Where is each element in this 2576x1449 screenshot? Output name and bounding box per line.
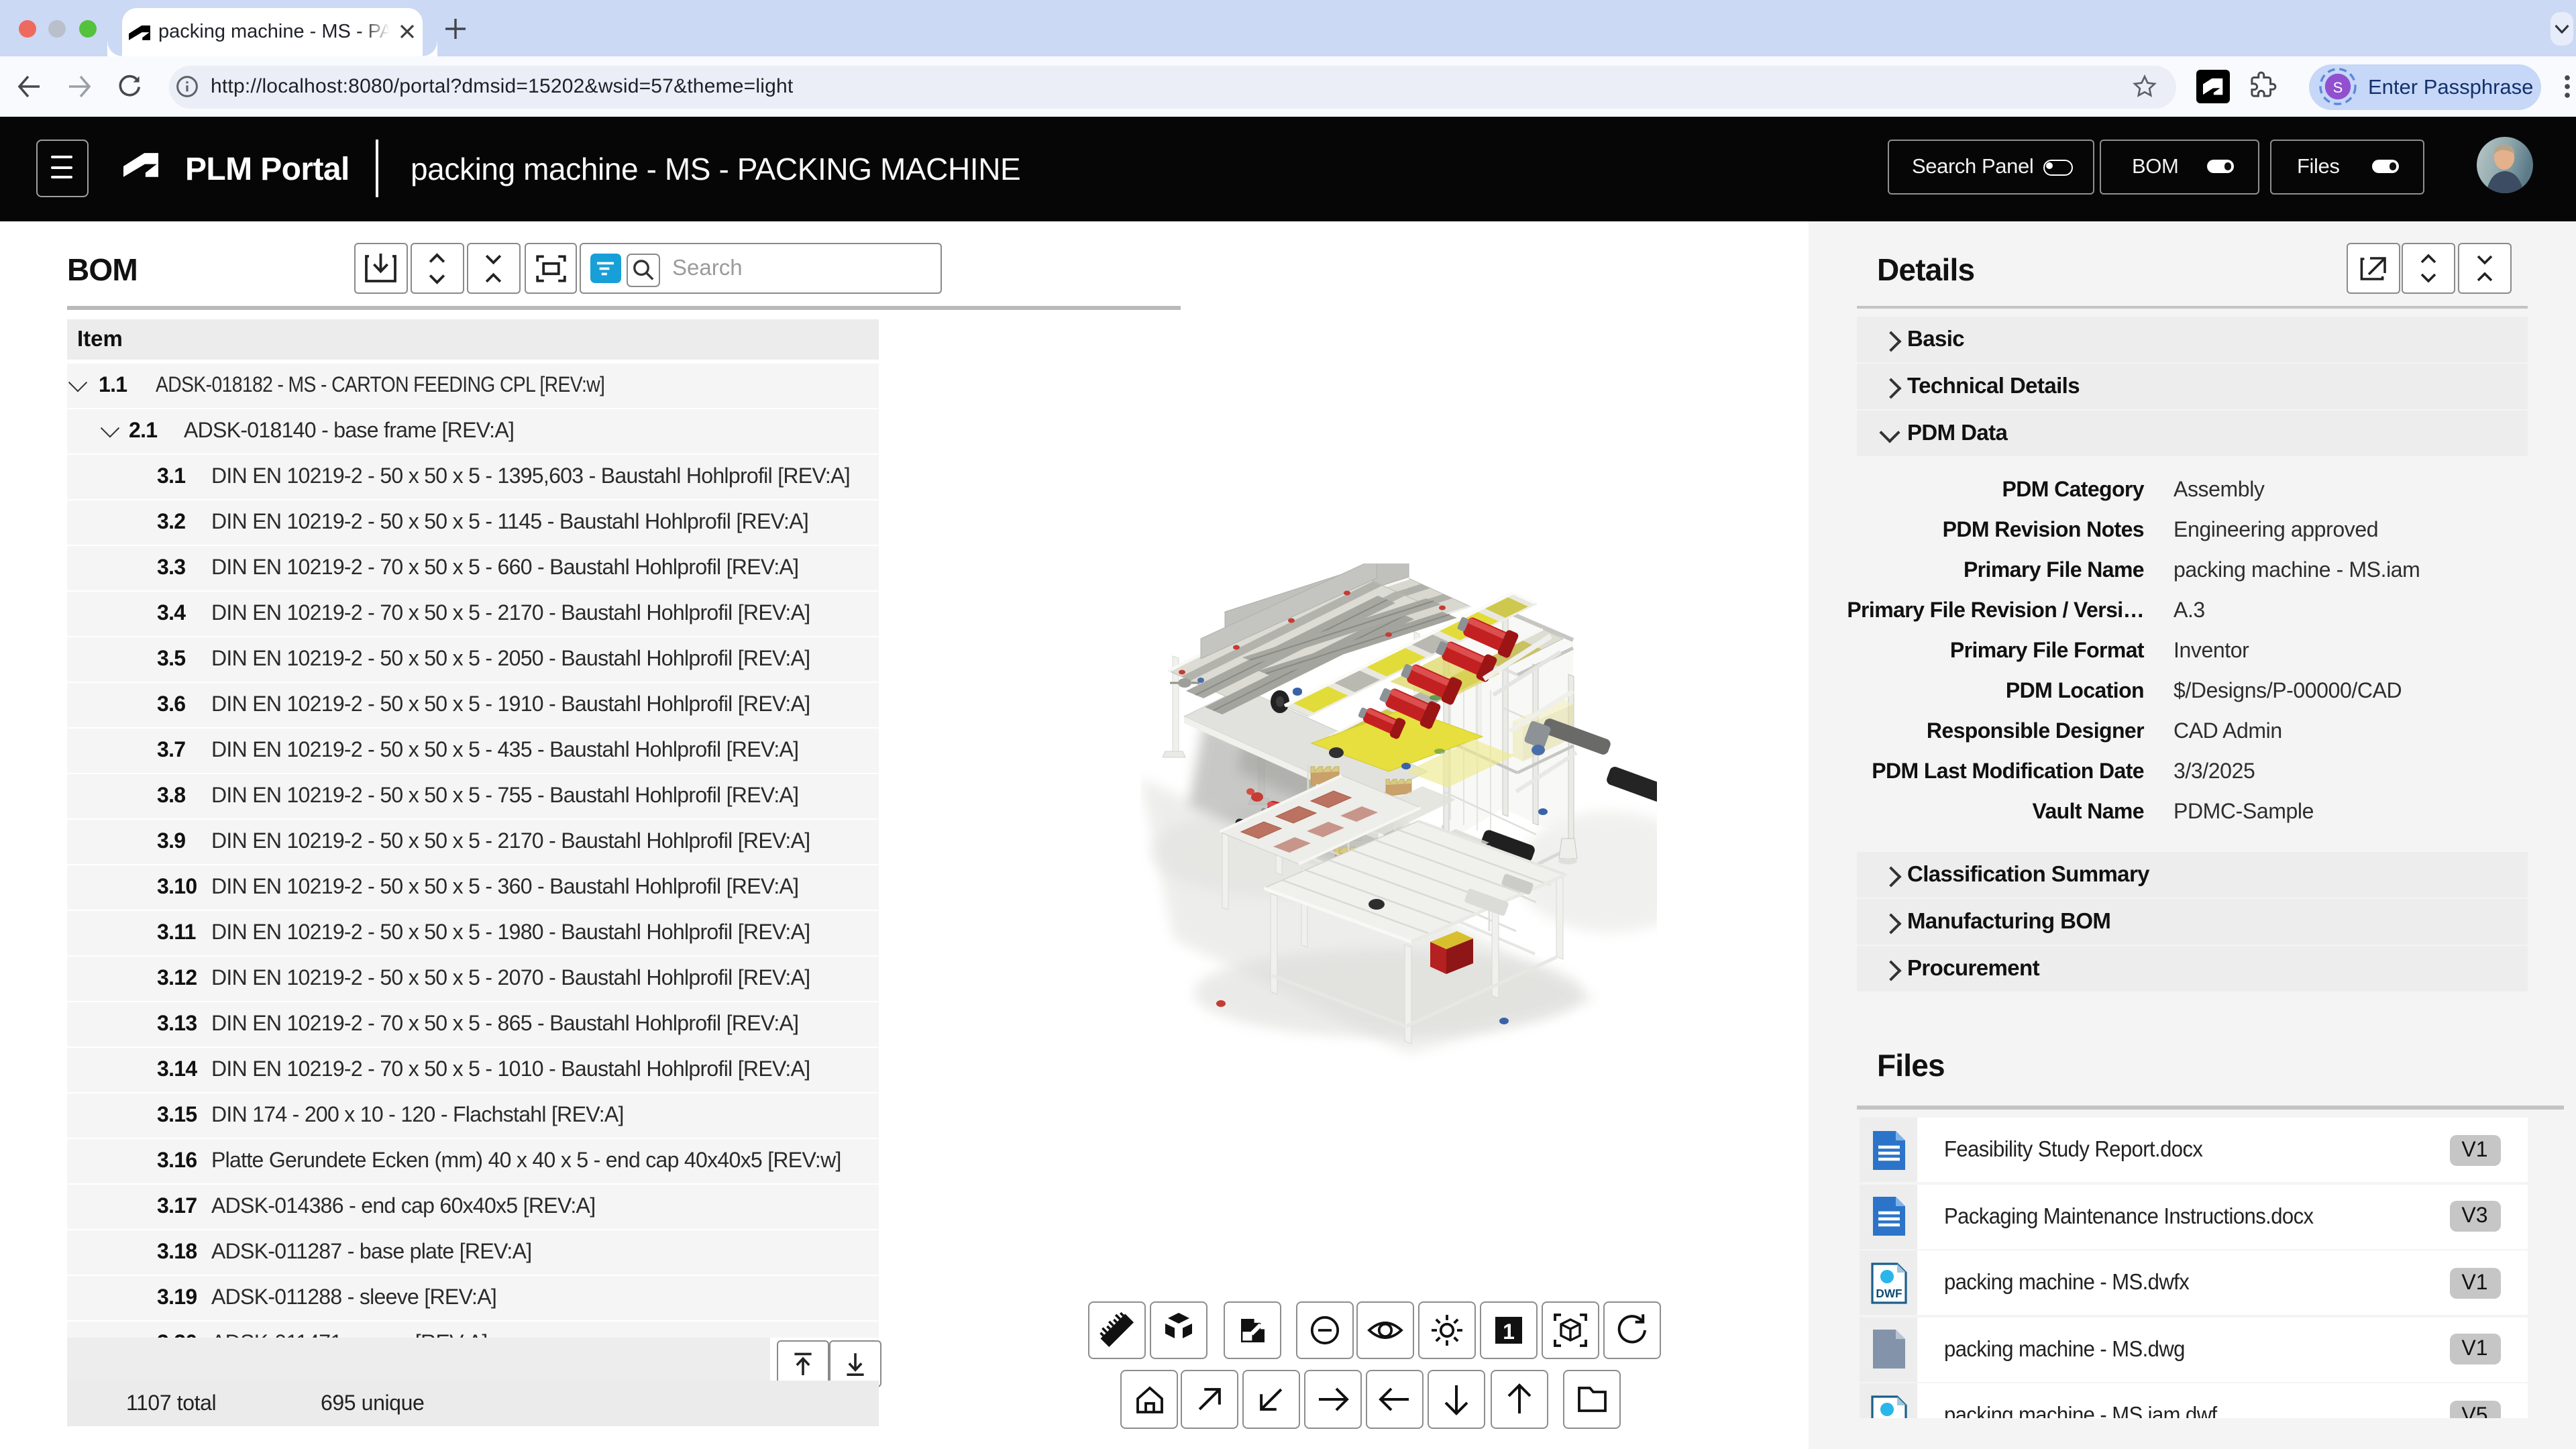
svg-text:S: S — [2332, 79, 2343, 96]
svg-text:DWF: DWF — [1875, 1286, 1901, 1299]
svg-text:1: 1 — [1503, 1319, 1515, 1343]
